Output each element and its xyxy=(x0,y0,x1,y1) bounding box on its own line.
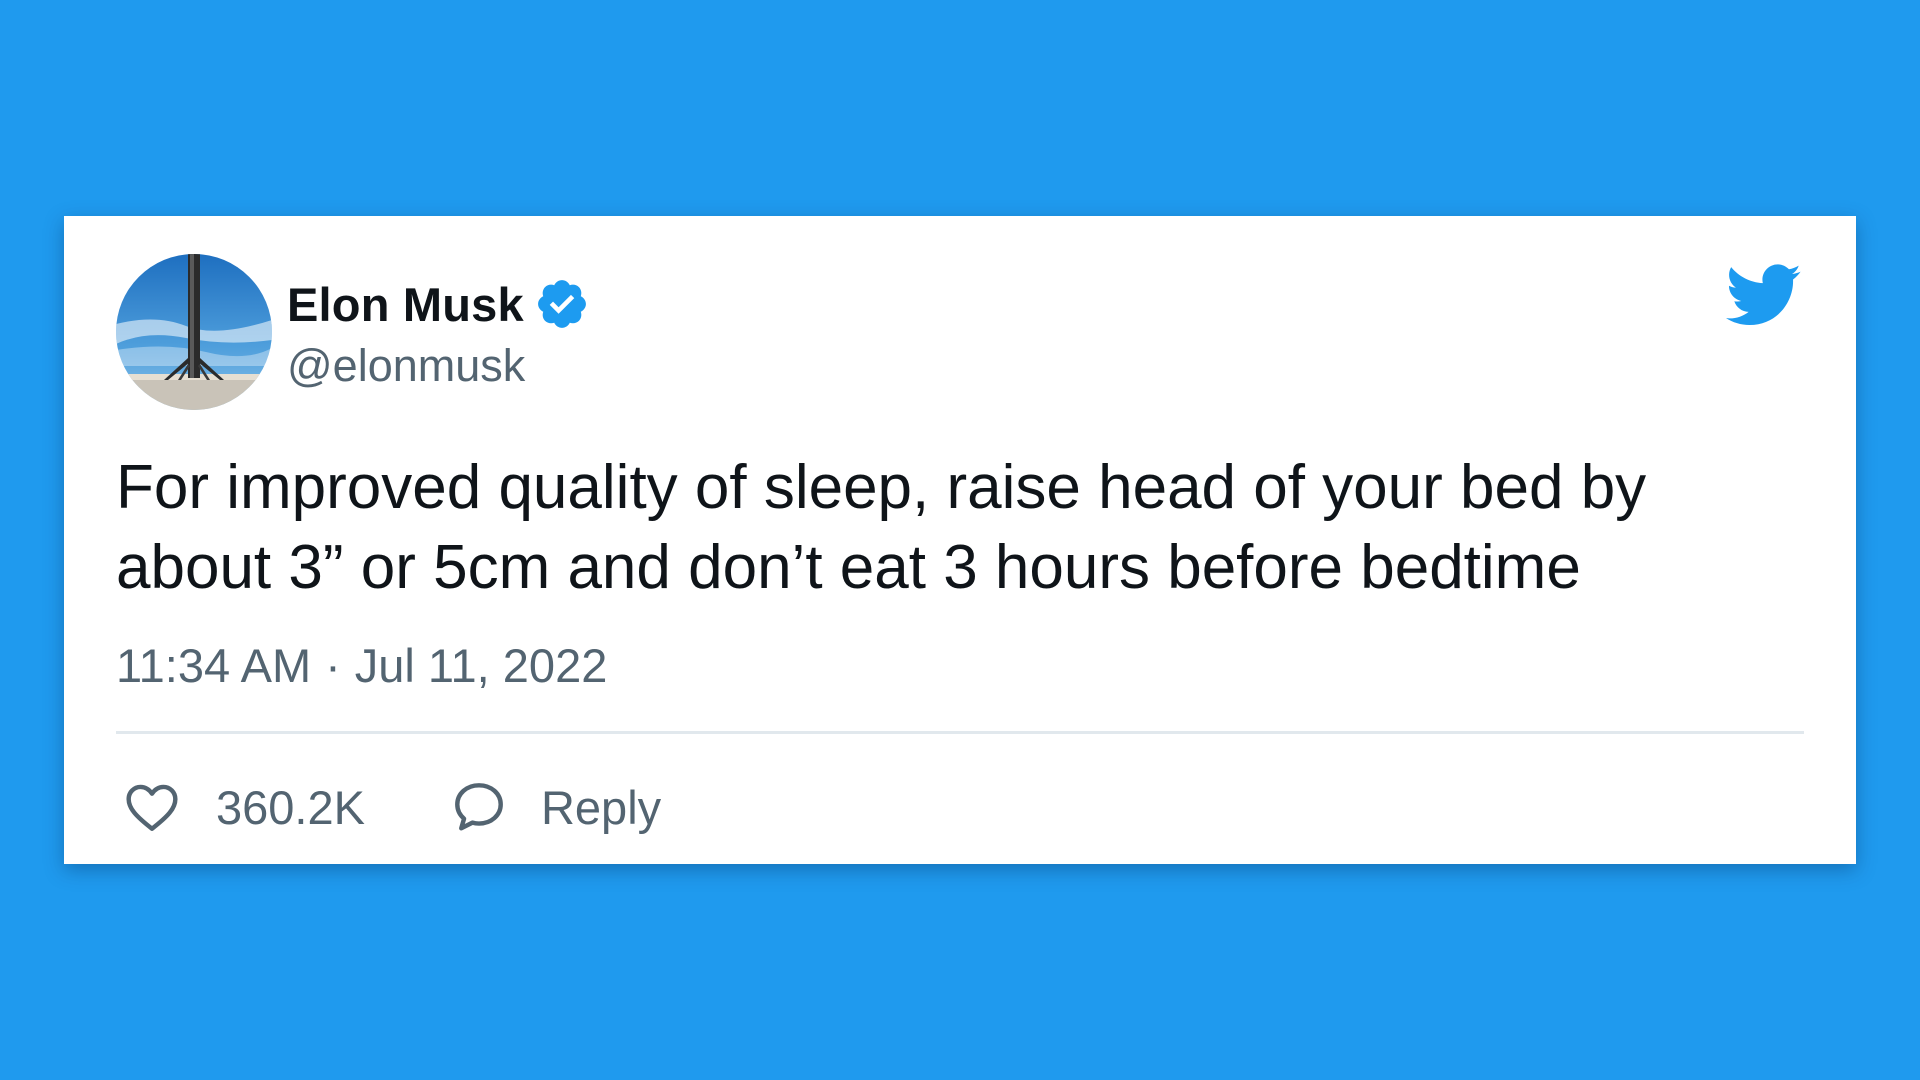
profile-avatar[interactable] xyxy=(116,254,272,410)
divider xyxy=(116,731,1804,734)
tweet-date: Jul 11, 2022 xyxy=(354,639,608,692)
tweet-timestamp[interactable]: 11:34 AM · Jul 11, 2022 xyxy=(116,638,607,693)
speech-bubble-icon xyxy=(455,783,503,831)
author-name-row: Elon Musk xyxy=(287,274,590,334)
heart-icon xyxy=(126,784,178,831)
tweet-time: 11:34 AM xyxy=(116,639,312,692)
timestamp-separator: · xyxy=(325,639,341,692)
tweet-text: For improved quality of sleep, raise hea… xyxy=(116,453,1647,602)
verified-badge-icon xyxy=(537,280,586,328)
rocket-booster-avatar xyxy=(116,254,272,410)
reply-label: Reply xyxy=(540,780,662,834)
tweet-card: Elon Musk @elonmusk For improved quality… xyxy=(64,216,1856,864)
display-name[interactable]: Elon Musk xyxy=(287,277,524,332)
tweet-actions: 360.2K Reply xyxy=(124,772,661,842)
like-count: 360.2K xyxy=(216,780,365,834)
reply-button[interactable]: Reply xyxy=(451,780,661,835)
author-handle[interactable]: @elonmusk xyxy=(287,340,525,392)
twitter-bird-icon[interactable] xyxy=(1726,262,1802,330)
like-button[interactable]: 360.2K xyxy=(124,780,365,835)
